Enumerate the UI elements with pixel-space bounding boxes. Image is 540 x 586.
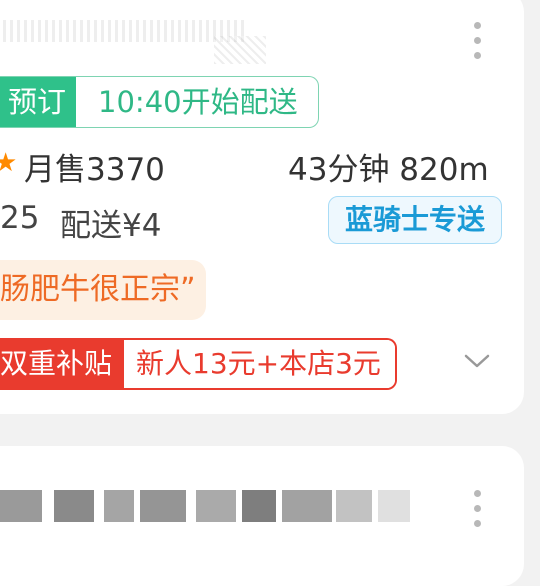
delivery-time-distance: 43分钟 820m bbox=[288, 152, 489, 188]
delivery-start-time: 10:40开始配送 bbox=[98, 85, 298, 119]
rider-badge: 蓝骑士专送 bbox=[328, 196, 502, 244]
chevron-down-icon[interactable] bbox=[462, 348, 492, 374]
blurred-text bbox=[54, 490, 94, 522]
more-options-icon[interactable] bbox=[474, 490, 482, 535]
blurred-text bbox=[336, 490, 372, 522]
more-options-icon[interactable] bbox=[474, 22, 482, 67]
preorder-badge: 预订 bbox=[0, 77, 77, 127]
rating-star-icon: ★ bbox=[0, 148, 17, 178]
blur-artifact bbox=[214, 36, 266, 64]
promo-label: 双重补贴 bbox=[0, 340, 125, 388]
delivery-fee: 配送¥4 bbox=[60, 208, 162, 244]
blurred-text bbox=[140, 490, 186, 522]
blurred-text bbox=[378, 490, 410, 522]
review-snippet: 肠肥牛很正宗” bbox=[0, 260, 206, 320]
blurred-text bbox=[104, 490, 134, 522]
preorder-tag: 预订 10:40开始配送 bbox=[0, 76, 319, 128]
blurred-text bbox=[282, 490, 332, 522]
monthly-sales: 月售3370 bbox=[24, 152, 165, 188]
promo-detail: 新人13元+本店3元 bbox=[124, 340, 395, 388]
min-order-amount: 25 bbox=[0, 200, 40, 236]
store-name-blurred bbox=[0, 20, 246, 42]
blurred-text bbox=[196, 490, 236, 522]
blurred-text bbox=[242, 490, 276, 522]
promo-tag: 双重补贴 新人13元+本店3元 bbox=[0, 338, 397, 390]
blurred-text bbox=[0, 490, 42, 522]
